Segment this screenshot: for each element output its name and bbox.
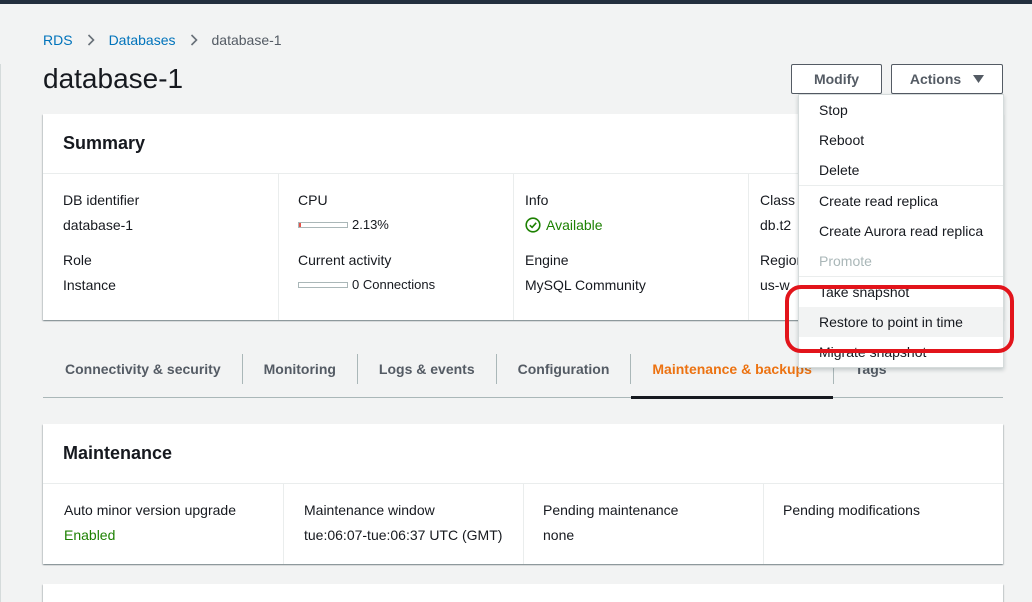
breadcrumb-databases[interactable]: Databases [109, 32, 176, 48]
cpu-label: CPU [298, 192, 328, 208]
menu-item-create-aurora-read-replica[interactable]: Create Aurora read replica [799, 216, 1003, 246]
pending-modifications-label: Pending modifications [783, 502, 920, 518]
auto-minor-label: Auto minor version upgrade [64, 502, 236, 518]
role-label: Role [63, 252, 92, 268]
db-identifier-value: database-1 [63, 217, 134, 233]
check-circle-icon [525, 217, 541, 233]
info-label: Info [525, 192, 549, 208]
maint-col-window: Maintenance window tue:06:07-tue:06:37 U… [283, 484, 523, 564]
actions-button-label: Actions [909, 71, 962, 87]
activity-meter [298, 282, 348, 288]
actions-button[interactable]: Actions [891, 64, 1003, 94]
next-panel [43, 584, 1003, 602]
left-edge-divider [0, 64, 1, 602]
modify-button[interactable]: Modify [791, 64, 882, 94]
menu-item-migrate-snapshot[interactable]: Migrate snapshot [799, 337, 1003, 367]
role-value: Instance [63, 277, 116, 293]
tab-connectivity-security[interactable]: Connectivity & security [43, 354, 242, 384]
menu-item-restore-point-in-time[interactable]: Restore to point in time [799, 307, 1003, 337]
current-activity-value: 0 Connections [352, 277, 436, 292]
summary-col-cpu: CPU 2.13% Current activity 0 Connections [278, 174, 513, 320]
breadcrumb: RDS Databases database-1 [43, 30, 282, 50]
menu-item-take-snapshot[interactable]: Take snapshot [799, 277, 1003, 307]
maintenance-window-label: Maintenance window [304, 502, 435, 518]
auto-minor-value: Enabled [64, 527, 116, 543]
pending-modifications-value [783, 525, 1003, 545]
cpu-meter [298, 222, 348, 228]
menu-item-promote: Promote [819, 253, 872, 269]
cpu-value: 2.13% [352, 217, 389, 232]
engine-label: Engine [525, 252, 569, 268]
pending-maintenance-label: Pending maintenance [543, 502, 679, 518]
summary-col-info: Info Available Engine MySQL Community [513, 174, 748, 320]
menu-item-delete[interactable]: Delete [799, 155, 1003, 185]
cpu-row: 2.13% [298, 215, 513, 235]
menu-item-stop[interactable]: Stop [799, 95, 1003, 125]
maintenance-window-value: tue:06:07-tue:06:37 UTC (GMT) [304, 527, 503, 543]
tab-logs-events[interactable]: Logs & events [356, 353, 496, 384]
breadcrumb-rds[interactable]: RDS [43, 32, 73, 48]
actions-menu: Stop Reboot Delete Create read replica C… [798, 94, 1004, 368]
menu-item-create-read-replica[interactable]: Create read replica [799, 186, 1003, 216]
current-activity-row: 0 Connections [298, 275, 513, 295]
maint-col-pending: Pending maintenance none [523, 484, 763, 564]
menu-item-reboot[interactable]: Reboot [799, 125, 1003, 155]
db-identifier-label: DB identifier [63, 192, 140, 208]
tab-configuration[interactable]: Configuration [495, 353, 631, 384]
top-bar [0, 0, 1032, 4]
info-value: Available [546, 217, 603, 233]
chevron-right-icon [73, 34, 109, 46]
current-activity-label: Current activity [298, 252, 392, 268]
maintenance-title: Maintenance [43, 424, 1003, 484]
engine-value: MySQL Community [525, 277, 646, 293]
chevron-right-icon [176, 34, 212, 46]
maintenance-panel: Maintenance Auto minor version upgrade E… [43, 424, 1003, 564]
caret-down-icon [973, 75, 985, 83]
summary-col-identifier: DB identifier database-1 Role Instance [43, 174, 278, 320]
maint-col-auto-minor: Auto minor version upgrade Enabled [43, 484, 283, 564]
page-title: database-1 [43, 63, 184, 94]
tab-monitoring[interactable]: Monitoring [241, 353, 357, 384]
breadcrumb-current: database-1 [211, 32, 282, 48]
info-status: Available [525, 215, 748, 235]
maint-col-modifications: Pending modifications [763, 484, 1003, 564]
cpu-meter-fill [299, 223, 301, 227]
pending-maintenance-value: none [543, 527, 575, 543]
